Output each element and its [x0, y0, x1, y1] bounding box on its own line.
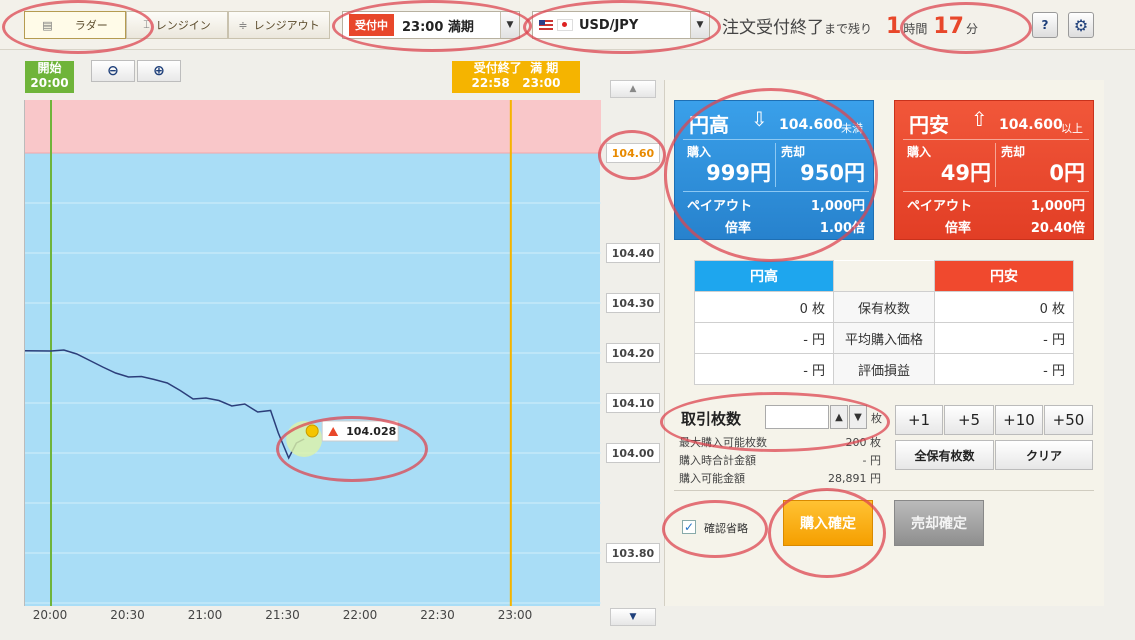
zoom-in-button[interactable]: ⊕ [137, 60, 181, 82]
info-max-qty: 最大購入可能枚数 200 枚 [679, 436, 881, 449]
zoom-out-icon: ⊖ [107, 63, 119, 79]
scroll-down-button[interactable]: ▼ [610, 608, 656, 626]
gear-icon: ⚙ [1073, 15, 1089, 35]
zoom-out-button[interactable]: ⊖ [91, 60, 135, 82]
yen-high-sell-price[interactable]: 950円 [779, 157, 865, 187]
add-10-button[interactable]: +10 [995, 405, 1043, 435]
time-axis-tick: 23:00 [497, 608, 533, 622]
caret-up-icon: ▲ [835, 411, 843, 423]
pair-value: USD/JPY [579, 17, 639, 33]
settings-button[interactable]: ⚙ [1068, 12, 1094, 38]
time-axis-tick: 22:30 [420, 608, 455, 622]
time-axis-tick: 20:00 [32, 608, 68, 622]
price-axis-label: 103.80 [606, 543, 660, 563]
add-5-button[interactable]: +5 [944, 405, 994, 435]
help-icon: ? [1041, 18, 1049, 32]
range-in-icon: ⌶ [143, 18, 150, 31]
status-badge: 受付中 [349, 14, 394, 36]
chevron-down-icon: ▼ [629, 612, 637, 622]
clear-button[interactable]: クリア [995, 440, 1093, 470]
arrow-down-icon: ⇩ [751, 107, 768, 131]
ladder-icon: ▤ [42, 18, 53, 32]
end-time-tag: 受付終了 満 期 22:58 23:00 [452, 61, 580, 93]
current-price-glow [286, 421, 323, 457]
price-axis-label: 104.00 [606, 443, 660, 463]
flag-us-icon [539, 20, 553, 30]
info-available: 購入可能金額 28,891 円 [679, 472, 881, 485]
currency-pair-select[interactable]: USD/JPY ▼ [532, 11, 710, 39]
yen-high-card[interactable]: 円高 ⇩ 104.600 未満 購入 売却 999円 950円 ペイアウト 1,… [674, 100, 874, 240]
info-total: 購入時合計金額 - 円 [679, 454, 881, 467]
sell-confirm-button[interactable]: 売却確定 [894, 500, 984, 546]
chevron-down-icon[interactable]: ▼ [500, 12, 519, 38]
caret-down-icon: ▼ [854, 411, 862, 423]
price-axis-label: 104.40 [606, 243, 660, 263]
current-price-value: 104.028 [346, 425, 396, 438]
qty-input[interactable] [765, 405, 829, 429]
arrow-up-icon: ⇧ [971, 107, 988, 131]
chart-svg: 104.028 [25, 100, 601, 606]
time-axis-tick: 20:30 [110, 608, 145, 622]
table-row: - 円 評価損益 - 円 [693, 353, 1075, 385]
strike-zone-band [25, 100, 601, 153]
price-chart[interactable]: 104.028 [24, 100, 601, 606]
time-axis-tick: 21:30 [265, 608, 300, 622]
qty-up-button[interactable]: ▲ [830, 405, 848, 429]
start-time-tag: 開始 20:00 [25, 61, 74, 93]
yen-low-sell-price[interactable]: 0円 [999, 157, 1085, 187]
col-yen-low: 円安 [933, 260, 1075, 292]
check-icon: ✓ [683, 520, 695, 534]
all-holdings-button[interactable]: 全保有枚数 [895, 440, 994, 470]
buy-confirm-button[interactable]: 購入確定 [783, 500, 873, 546]
yen-low-buy-price[interactable]: 49円 [905, 157, 991, 187]
flag-jp-icon [557, 19, 573, 31]
qty-down-button[interactable]: ▼ [849, 405, 867, 429]
expiry-select[interactable]: 受付中 23:00 満期 ▼ [342, 11, 520, 39]
price-axis-label: 104.10 [606, 393, 660, 413]
qty-label: 取引枚数 [681, 410, 742, 428]
price-axis-label: 104.20 [606, 343, 660, 363]
time-axis-tick: 22:00 [342, 608, 378, 622]
yen-high-buy-price[interactable]: 999円 [685, 157, 771, 187]
table-row: 0 枚 保有枚数 0 枚 [693, 291, 1075, 323]
holdings-table: 円高 円安 0 枚 保有枚数 0 枚 - 円 平均購入価格 - 円 - 円 評価… [693, 260, 1075, 385]
tab-ladder[interactable]: ▤ ラダー [24, 11, 126, 39]
price-axis-label: 104.30 [606, 293, 660, 313]
skip-confirm-checkbox[interactable]: ✓ [682, 520, 696, 534]
table-row: - 円 平均購入価格 - 円 [693, 322, 1075, 354]
range-out-icon: ≑ [238, 18, 248, 32]
expiry-value: 23:00 満期 [402, 19, 474, 35]
tab-range-out[interactable]: ≑ レンジアウト [228, 11, 330, 39]
add-1-button[interactable]: +1 [895, 405, 943, 435]
scroll-up-button[interactable]: ▲ [610, 80, 656, 98]
time-axis-tick: 21:00 [187, 608, 223, 622]
help-button[interactable]: ? [1032, 12, 1058, 38]
tab-range-in[interactable]: ⌶ レンジイン [126, 11, 228, 39]
yen-low-card[interactable]: 円安 ⇧ 104.600 以上 購入 売却 49円 0円 ペイアウト 1,000… [894, 100, 1094, 240]
add-50-button[interactable]: +50 [1044, 405, 1093, 435]
chevron-down-icon[interactable]: ▼ [690, 12, 709, 38]
zoom-in-icon: ⊕ [153, 63, 165, 79]
price-series-line [25, 349, 305, 460]
col-yen-high: 円高 [693, 260, 835, 292]
current-price-dot [305, 424, 319, 438]
price-axis-label: 104.60 [606, 143, 660, 163]
remaining-time: 注文受付終了 まで残り 1 時間 17 分 [722, 14, 978, 39]
chevron-up-icon: ▲ [629, 84, 637, 94]
